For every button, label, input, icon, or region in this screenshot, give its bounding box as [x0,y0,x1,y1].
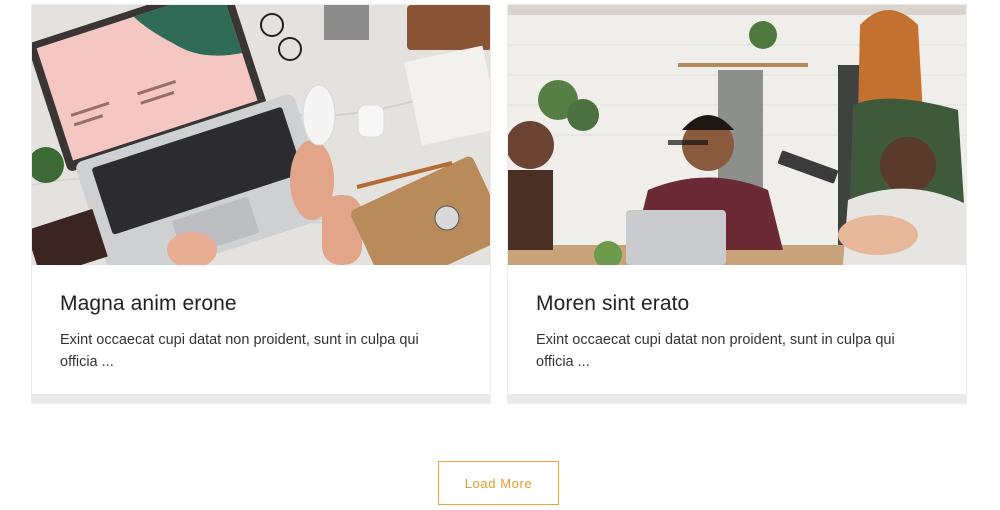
blog-grid-section: Magna anim erone Exint occaecat cupi dat… [0,0,1000,510]
load-more-button[interactable]: Load More [438,461,559,505]
laptop-desk-image [32,5,490,265]
post-card[interactable]: Moren sint erato Exint occaecat cupi dat… [507,4,967,404]
post-title[interactable]: Moren sint erato [536,292,938,316]
post-card-body: Moren sint erato Exint occaecat cupi dat… [508,265,966,373]
post-card[interactable]: Magna anim erone Exint occaecat cupi dat… [31,4,491,404]
post-excerpt: Exint occaecat cupi datat non proident, … [536,332,895,370]
post-thumbnail[interactable] [508,5,966,265]
post-thumbnail[interactable] [32,5,490,265]
post-card-footer-bar [508,394,966,403]
post-excerpt: Exint occaecat cupi datat non proident, … [60,332,419,370]
team-meeting-image [508,5,966,265]
post-card-body: Magna anim erone Exint occaecat cupi dat… [32,265,490,373]
post-card-footer-bar [32,394,490,403]
post-title[interactable]: Magna anim erone [60,292,462,316]
